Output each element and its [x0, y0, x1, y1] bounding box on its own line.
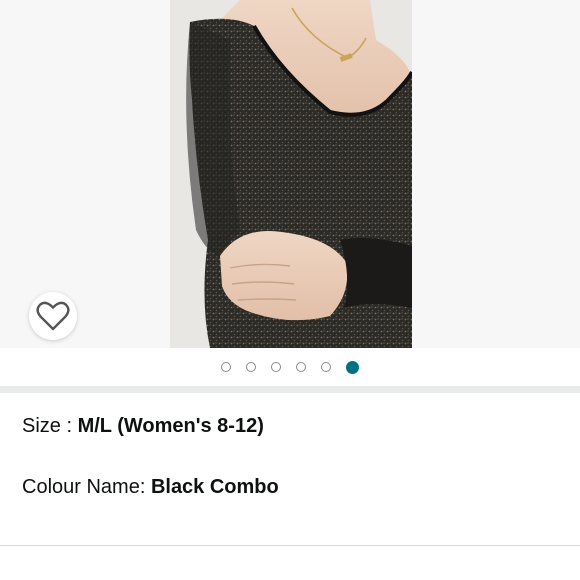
pagination-dot[interactable] [221, 362, 231, 372]
divider [0, 545, 580, 546]
colour-row: Colour Name: Black Combo [22, 475, 279, 499]
pagination-dot[interactable] [271, 362, 281, 372]
pagination-dot[interactable] [296, 362, 306, 372]
pagination-dot[interactable] [346, 360, 359, 374]
pagination-dot[interactable] [246, 362, 256, 372]
colour-value: Black Combo [150, 476, 279, 498]
product-photo[interactable] [170, 0, 412, 348]
size-label: Size : [22, 415, 78, 437]
section-separator [0, 386, 580, 393]
pagination-dot[interactable] [321, 362, 331, 372]
add-to-wishlist-button[interactable] [29, 292, 77, 340]
sweater-model-image [170, 0, 412, 348]
product-image-gallery[interactable] [0, 0, 580, 348]
colour-label: Colour Name: [22, 476, 151, 498]
heart-outline-icon [36, 301, 70, 331]
size-value: M/L (Women's 8-12) [77, 415, 264, 437]
image-pagination-dots [0, 348, 580, 386]
size-row: Size : M/L (Women's 8-12) [22, 414, 264, 438]
